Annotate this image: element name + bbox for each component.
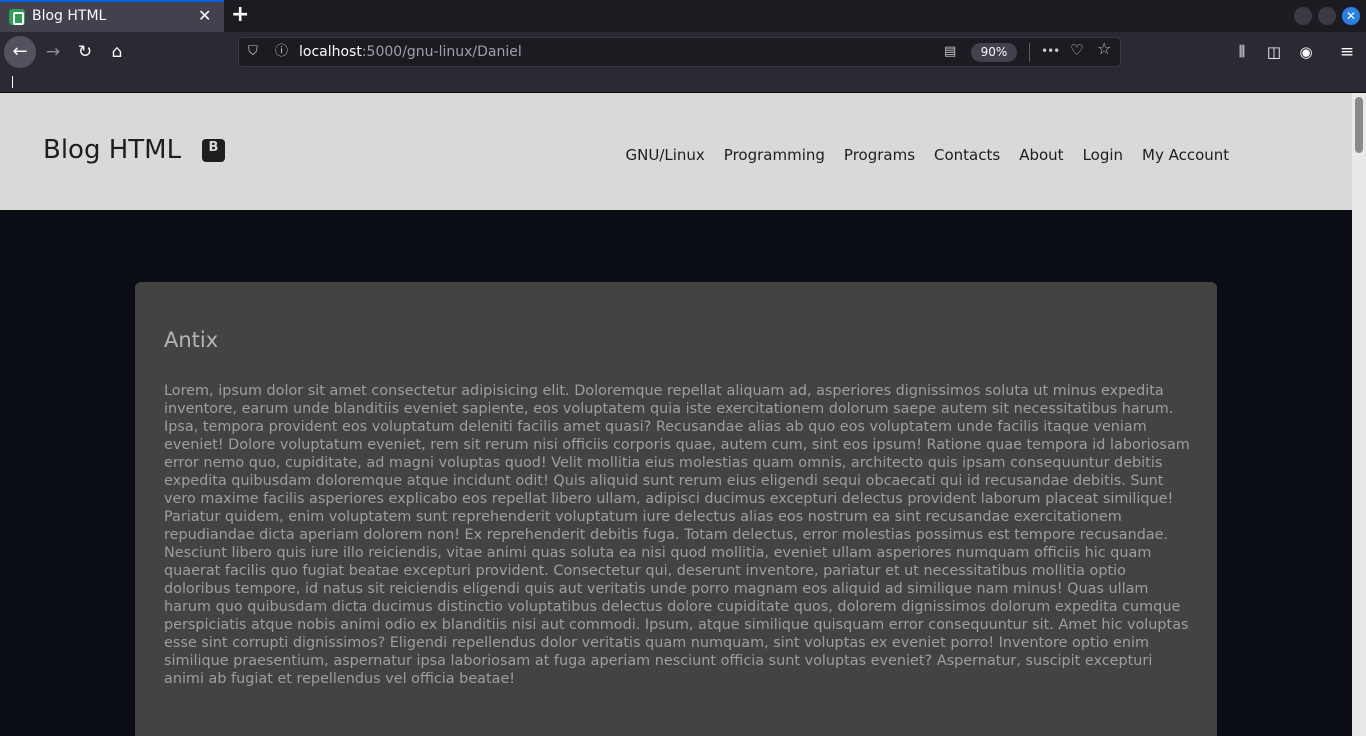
home-button[interactable]: ⌂ [105, 40, 129, 64]
main-menu: GNU/Linux Programming Programs Contacts … [616, 146, 1239, 164]
site-info-icon[interactable]: ⓘ [275, 44, 288, 60]
menu-item-my-account[interactable]: My Account [1133, 146, 1239, 164]
close-tab-icon[interactable]: ✕ [198, 7, 211, 25]
page-viewport: Blog HTML GNU/Linux Programming Programs… [0, 93, 1352, 736]
library-icon[interactable]: ⫼ [1230, 40, 1254, 64]
bookmark-star-icon[interactable]: ☆ [1097, 41, 1111, 57]
site-header: Blog HTML GNU/Linux Programming Programs… [0, 93, 1352, 210]
active-tab[interactable]: Blog HTML ✕ [0, 0, 224, 32]
tab-strip: Blog HTML ✕ + ✕ [0, 0, 1366, 32]
navigation-toolbar: ← → ↻ ⌂ ⛉ ⓘ localhost:5000/gnu-linux/Dan… [0, 32, 1366, 72]
pocket-icon[interactable]: ♡ [1070, 42, 1083, 58]
blogger-icon[interactable] [202, 139, 225, 162]
maximize-button[interactable] [1318, 7, 1336, 25]
minimize-button[interactable] [1294, 7, 1312, 25]
menu-item-programming[interactable]: Programming [714, 146, 834, 164]
sidebar-icon[interactable]: ◫ [1262, 40, 1286, 64]
reload-button[interactable]: ↻ [73, 40, 97, 64]
bookmarks-toolbar [0, 72, 1366, 93]
tab-title: Blog HTML [32, 8, 107, 24]
url-bar[interactable]: ⛉ ⓘ localhost:5000/gnu-linux/Daniel ▤ 90… [238, 37, 1121, 67]
menu-item-gnu-linux[interactable]: GNU/Linux [616, 146, 714, 164]
scrollbar-thumb[interactable] [1355, 97, 1363, 153]
reader-view-icon[interactable]: ▤ [944, 44, 956, 60]
url-separator [1029, 43, 1030, 62]
site-brand[interactable]: Blog HTML [43, 135, 181, 165]
page-scrollbar[interactable] [1352, 93, 1366, 736]
url-path: :5000/gnu-linux/Daniel [361, 44, 522, 60]
menu-item-programs[interactable]: Programs [834, 146, 924, 164]
back-button[interactable]: ← [4, 36, 36, 68]
post-title: Antix [164, 328, 219, 352]
forward-button[interactable]: → [41, 40, 65, 64]
more-actions-icon[interactable]: ••• [1041, 43, 1060, 59]
zoom-level-badge[interactable]: 90% [971, 43, 1017, 62]
post-body: Lorem, ipsum dolor sit amet consectetur … [164, 383, 1190, 687]
menu-item-contacts[interactable]: Contacts [925, 146, 1010, 164]
tracking-shield-icon[interactable]: ⛉ [248, 44, 258, 60]
new-tab-button[interactable]: + [231, 3, 249, 27]
account-icon[interactable]: ◉ [1294, 40, 1318, 64]
close-window-button[interactable]: ✕ [1342, 7, 1360, 25]
menu-item-about[interactable]: About [1010, 146, 1073, 164]
blog-favicon-icon [9, 9, 25, 25]
menu-item-login[interactable]: Login [1073, 146, 1132, 164]
url-host: localhost [299, 44, 362, 60]
url-text[interactable]: localhost:5000/gnu-linux/Daniel [299, 44, 522, 60]
text-cursor [12, 76, 13, 88]
menu-icon[interactable]: ≡ [1335, 40, 1359, 64]
post-card: Antix Lorem, ipsum dolor sit amet consec… [135, 282, 1217, 736]
